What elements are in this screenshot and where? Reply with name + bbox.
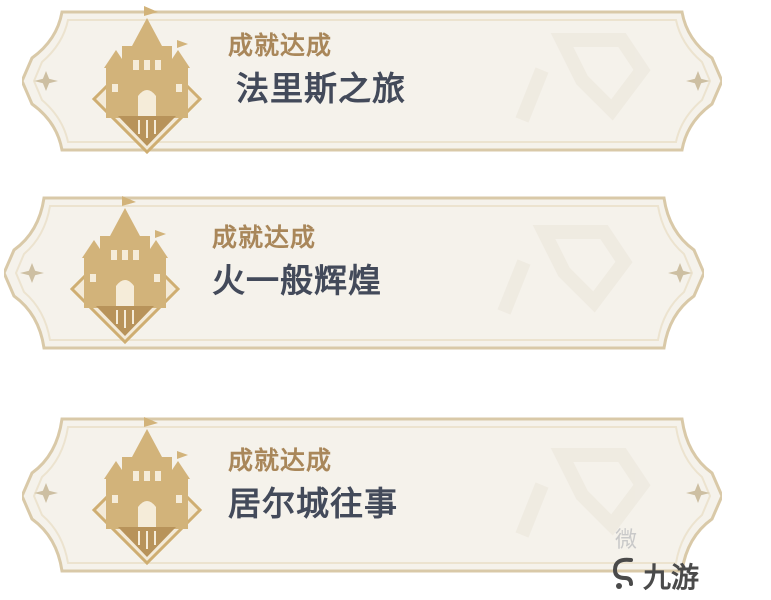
achievement-title: 火一般辉煌 (212, 261, 382, 300)
achievement-title: 法里斯之旅 (236, 69, 406, 108)
achievement-subtitle: 成就达成 (212, 223, 317, 252)
watermark-brand: 九游 (643, 561, 700, 594)
achievement-subtitle: 成就达成 (228, 31, 333, 60)
achievement-subtitle: 成就达成 (228, 446, 333, 475)
watermark: 微 九游 (595, 522, 765, 594)
castle-badge-icon (91, 6, 203, 155)
castle-badge-icon (69, 196, 181, 345)
castle-badge-icon (91, 417, 203, 566)
achievement-title: 居尔城往事 (228, 484, 398, 523)
achievement-card: 成就达成 法里斯之旅 (22, 0, 722, 162)
watermark-faint-text: 微 (615, 528, 638, 553)
watermark-logo-icon (612, 557, 633, 589)
achievement-card: 成就达成 火一般辉煌 (4, 192, 704, 354)
